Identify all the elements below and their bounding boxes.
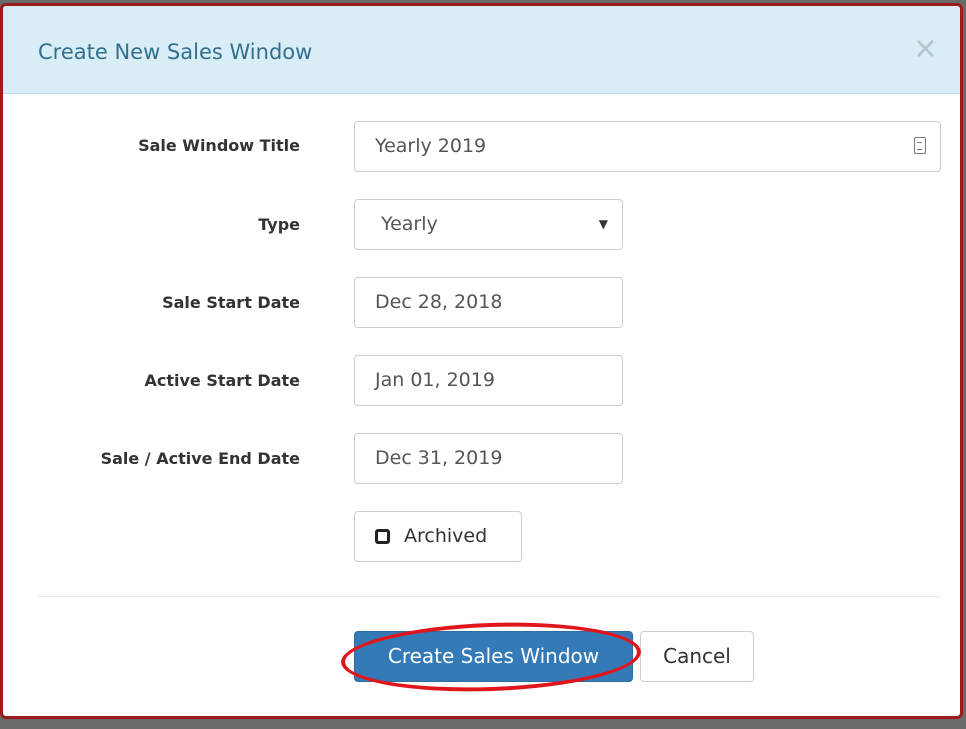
active-start-date-input[interactable]: Jan 01, 2019 bbox=[354, 355, 623, 406]
sale-window-title-label: Sale Window Title bbox=[138, 136, 300, 155]
sale-window-title-value: Yearly 2019 bbox=[375, 135, 487, 157]
archived-toggle-button[interactable]: Archived bbox=[354, 511, 522, 562]
end-date-label: Sale / Active End Date bbox=[100, 449, 300, 468]
text-field-icon bbox=[914, 137, 926, 154]
footer-divider bbox=[38, 596, 940, 597]
end-date-input[interactable]: Dec 31, 2019 bbox=[354, 433, 623, 484]
highlight-annotation bbox=[339, 617, 643, 697]
sale-start-date-value: Dec 28, 2018 bbox=[375, 291, 503, 313]
sale-start-date-input[interactable]: Dec 28, 2018 bbox=[354, 277, 623, 328]
sale-window-title-input[interactable]: Yearly 2019 bbox=[354, 121, 941, 172]
active-start-date-label: Active Start Date bbox=[144, 371, 300, 390]
type-selected-value: Yearly bbox=[381, 213, 438, 235]
modal-header: Create New Sales Window × bbox=[3, 6, 960, 94]
end-date-value: Dec 31, 2019 bbox=[375, 447, 503, 469]
create-sales-window-modal: Create New Sales Window × Sale Window Ti… bbox=[0, 3, 963, 719]
active-start-date-value: Jan 01, 2019 bbox=[375, 369, 495, 391]
type-label: Type bbox=[258, 215, 300, 234]
chevron-down-icon: ▼ bbox=[598, 217, 608, 231]
cancel-button[interactable]: Cancel bbox=[640, 631, 754, 682]
close-icon[interactable]: × bbox=[913, 34, 938, 64]
archived-label: Archived bbox=[404, 525, 488, 547]
modal-title: Create New Sales Window bbox=[38, 40, 313, 64]
type-select[interactable]: Yearly ▼ bbox=[354, 199, 623, 250]
sale-start-date-label: Sale Start Date bbox=[162, 293, 300, 312]
checkbox-icon bbox=[375, 529, 390, 544]
